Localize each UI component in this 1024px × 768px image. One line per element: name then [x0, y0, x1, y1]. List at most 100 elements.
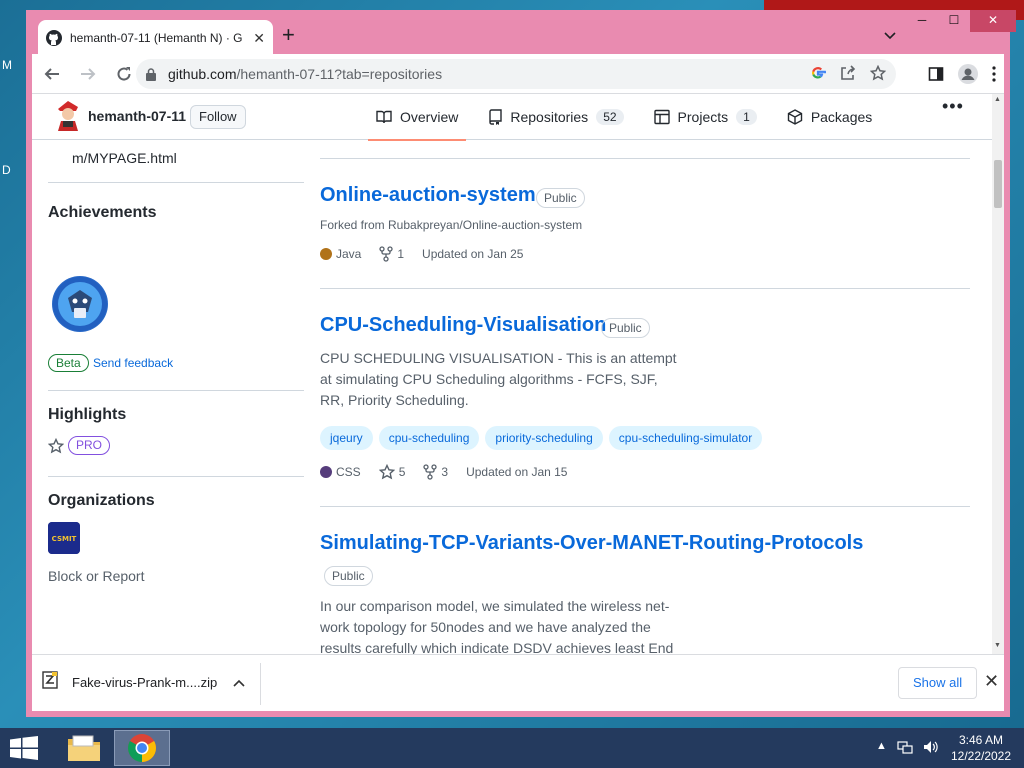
topic-tag[interactable]: cpu-scheduling	[378, 426, 480, 450]
table-icon	[653, 109, 670, 125]
tab-repositories-label: Repositories	[510, 109, 589, 125]
scroll-up-icon[interactable]: ▲	[994, 96, 1001, 103]
repo-description: CPU SCHEDULING VISUALISATION - This is a…	[320, 350, 677, 408]
window-close-icon[interactable]: ✕	[970, 10, 1016, 32]
fork-icon	[423, 464, 438, 480]
repositories-count-badge: 52	[596, 109, 624, 125]
book-icon	[376, 109, 392, 125]
header-username[interactable]: hemanth-07-11	[88, 108, 186, 124]
scroll-down-icon[interactable]: ▼	[994, 642, 1001, 649]
topic-tag[interactable]: cpu-scheduling-simulator	[608, 426, 763, 450]
address-bar[interactable]: github.com/hemanth-07-11?tab=repositorie…	[136, 59, 896, 89]
topic-tag[interactable]: jqeury	[320, 426, 373, 450]
window-controls: ─ ☐ ✕	[906, 10, 1016, 32]
scroll-thumb[interactable]	[994, 160, 1002, 208]
organization-avatar[interactable]: CSMIT	[48, 522, 80, 554]
network-icon[interactable]	[897, 740, 913, 757]
divider	[320, 288, 970, 289]
repo-title-link[interactable]: Online-auction-system	[320, 184, 536, 207]
tab-close-icon[interactable]: ✕	[253, 30, 265, 47]
github-page: hemanth-07-11 Follow Overview Repositori…	[32, 94, 992, 654]
follow-button[interactable]: Follow	[190, 105, 246, 129]
google-icon[interactable]	[810, 65, 827, 86]
forked-from-text: Forked from Rubakpreyan/Online-auction-s…	[320, 218, 583, 232]
stars-count: 5	[398, 465, 406, 479]
website-link[interactable]: m/MYPAGE.html	[72, 150, 177, 166]
clock-date: 12/22/2022	[950, 749, 1012, 763]
achievements-heading: Achievements	[48, 204, 157, 221]
tab-projects-label: Projects	[677, 109, 729, 125]
profile-nav: Overview Repositories 52 Projects 1 Pack…	[368, 94, 894, 141]
clock[interactable]: 3:46 AM 12/22/2022	[950, 732, 1012, 764]
beta-badge: Beta	[48, 354, 89, 372]
side-panel-icon[interactable]	[928, 66, 944, 87]
download-filename: Fake-virus-Prank-m....zip	[72, 675, 218, 690]
language-label: Java	[336, 247, 362, 261]
menu-kebab-icon[interactable]	[992, 66, 996, 87]
language-color-dot	[320, 466, 332, 478]
clock-time: 3:46 AM	[958, 733, 1004, 747]
forks-count: 1	[397, 247, 405, 261]
file-explorer-icon[interactable]	[56, 730, 112, 766]
tab-overview-label: Overview	[400, 109, 459, 125]
repo-title-link[interactable]: Simulating-TCP-Variants-Over-MANET-Routi…	[320, 532, 863, 555]
visibility-badge: Public	[324, 566, 373, 586]
chrome-taskbar-icon[interactable]	[114, 730, 170, 766]
package-icon	[787, 109, 803, 125]
volume-icon[interactable]	[923, 740, 939, 757]
tab-overview[interactable]: Overview	[368, 94, 467, 141]
more-options-icon[interactable]: •••	[942, 96, 964, 117]
divider	[320, 506, 970, 507]
forks-link[interactable]: 1	[379, 246, 404, 262]
share-icon[interactable]	[840, 65, 856, 86]
block-or-report-link[interactable]: Block or Report	[48, 568, 144, 584]
profile-icon[interactable]	[958, 64, 978, 89]
repo-meta: Java 1 Updated on Jan 25	[320, 246, 541, 262]
zip-file-icon	[42, 671, 58, 694]
topic-list: jqeury cpu-scheduling priority-schedulin…	[320, 426, 763, 450]
forward-icon[interactable]	[72, 58, 104, 90]
tab-strip: hemanth-07-11 (Hemanth N) · G ✕ + ─ ☐ ✕	[32, 10, 1016, 56]
stars-link[interactable]: 5	[378, 464, 406, 480]
org-logo-text: CSMIT	[52, 535, 77, 543]
desktop-icon-label-m: M	[2, 58, 12, 72]
tab-search-chevron-icon[interactable]	[884, 28, 896, 43]
projects-count-badge: 1	[736, 109, 757, 125]
tab-repositories[interactable]: Repositories 52	[480, 94, 631, 140]
divider	[48, 390, 304, 391]
browser-tab[interactable]: hemanth-07-11 (Hemanth N) · G ✕	[38, 20, 273, 56]
forks-link[interactable]: 3	[423, 464, 448, 480]
page-scrollbar[interactable]: ▲ ▼	[992, 94, 1004, 654]
minimize-icon[interactable]: ─	[906, 10, 938, 32]
system-tray: ▲	[876, 740, 939, 757]
repo-description: In our comparison model, we simulated th…	[320, 598, 674, 654]
show-all-button[interactable]: Show all	[898, 667, 978, 699]
forks-count: 3	[441, 465, 449, 479]
star-icon	[378, 464, 395, 480]
repo-title-link[interactable]: CPU-Scheduling-Visualisation	[320, 314, 606, 337]
chevron-up-icon[interactable]	[233, 676, 245, 690]
download-item[interactable]: Fake-virus-Prank-m....zip	[42, 671, 245, 694]
fork-icon	[379, 246, 394, 262]
browser-toolbar: github.com/hemanth-07-11?tab=repositorie…	[32, 54, 1004, 94]
url-host: github.com	[168, 66, 237, 82]
close-download-bar-icon[interactable]: ✕	[984, 671, 999, 692]
send-feedback-link[interactable]: Send feedback	[93, 356, 173, 370]
topic-tag[interactable]: priority-scheduling	[485, 426, 603, 450]
new-tab-icon[interactable]: +	[282, 24, 295, 46]
github-icon	[46, 30, 62, 46]
download-bar: Fake-virus-Prank-m....zip Show all ✕	[32, 654, 1004, 711]
tab-projects[interactable]: Projects 1	[646, 94, 765, 140]
achievement-badge[interactable]	[52, 276, 108, 332]
back-icon[interactable]	[36, 58, 68, 90]
desktop-icon-label-d: D	[2, 163, 11, 177]
divider	[320, 158, 970, 159]
windows-start-icon[interactable]	[10, 736, 38, 760]
visibility-badge: Public	[601, 318, 650, 338]
lock-icon[interactable]	[146, 67, 160, 81]
tray-chevron-up-icon[interactable]: ▲	[876, 740, 887, 757]
avatar[interactable]	[52, 99, 84, 133]
bookmark-star-icon[interactable]	[869, 64, 887, 86]
maximize-icon[interactable]: ☐	[938, 10, 970, 32]
tab-packages[interactable]: Packages	[779, 94, 880, 140]
